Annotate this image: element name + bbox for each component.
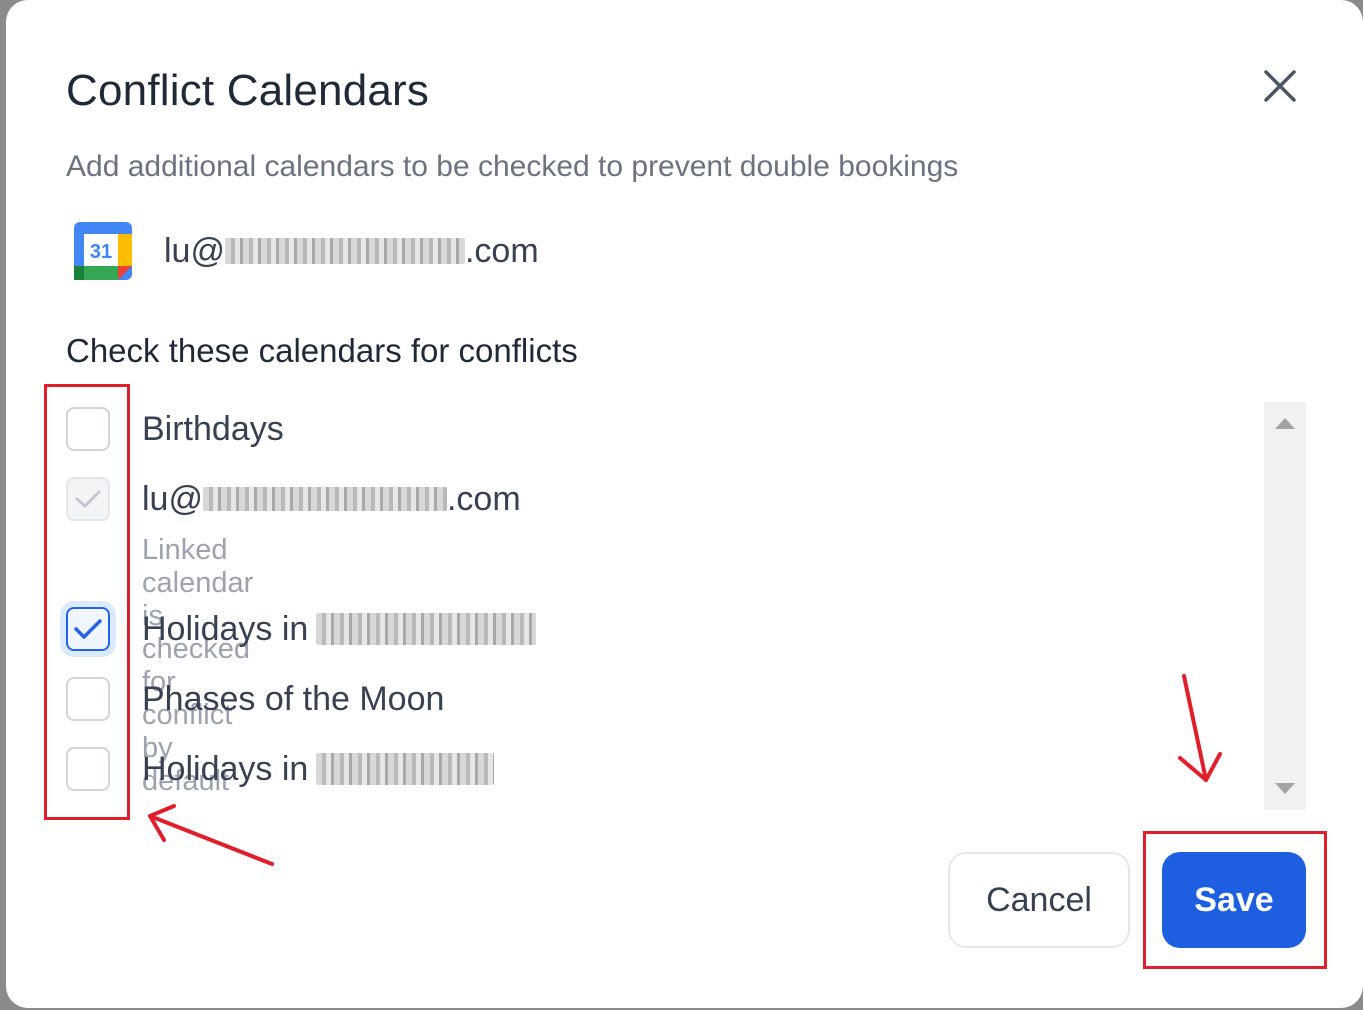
calendar-label: lu@ .com: [142, 480, 521, 519]
calendar-label: Holidays in: [142, 609, 537, 649]
list-item-phases-of-the-moon[interactable]: Phases of the Moon: [66, 674, 444, 724]
redacted-block: [202, 487, 447, 511]
svg-text:31: 31: [90, 241, 112, 263]
close-icon[interactable]: [1258, 64, 1302, 108]
calendar-label: Birthdays: [142, 409, 284, 448]
cancel-button[interactable]: Cancel: [948, 852, 1130, 948]
list-item-linked-calendar: lu@ .com: [66, 474, 521, 524]
section-label: Check these calendars for conflicts: [66, 332, 578, 369]
list-item-holidays-2[interactable]: Holidays in: [66, 744, 495, 794]
calendar-label-suffix: .com: [446, 479, 521, 518]
scroll-down-arrow-icon[interactable]: [1275, 783, 1295, 794]
linked-account: 31 lu@ .com: [72, 218, 539, 284]
scrollbar[interactable]: [1264, 402, 1306, 810]
scroll-up-arrow-icon[interactable]: [1275, 418, 1295, 429]
checkbox[interactable]: [66, 407, 110, 451]
calendar-label-text: Holidays in: [142, 609, 309, 648]
list-item-holidays-1[interactable]: Holidays in: [66, 604, 537, 654]
account-email-suffix: .com: [464, 231, 539, 270]
dialog-title: Conflict Calendars: [66, 66, 430, 115]
redacted-block: [224, 238, 465, 264]
redacted-block: [316, 613, 537, 645]
calendar-label: Holidays in: [142, 749, 495, 789]
checkbox[interactable]: [66, 677, 110, 721]
calendar-label-text: Holidays in: [142, 749, 309, 788]
calendar-label-prefix: lu@: [142, 479, 203, 518]
dialog-subtitle: Add additional calendars to be checked t…: [66, 150, 959, 183]
redacted-block: [316, 753, 495, 785]
checkbox[interactable]: [66, 607, 110, 651]
google-calendar-icon: 31: [74, 222, 132, 280]
account-email: lu@ .com: [164, 232, 539, 271]
checkmark-icon: [74, 619, 102, 639]
checkbox: [66, 477, 110, 521]
list-item-birthdays[interactable]: Birthdays: [66, 404, 284, 454]
account-email-prefix: lu@: [164, 231, 225, 270]
checkbox[interactable]: [66, 747, 110, 791]
conflict-calendars-dialog: Conflict Calendars Add additional calend…: [6, 0, 1363, 1008]
calendar-label: Phases of the Moon: [142, 679, 445, 718]
save-button[interactable]: Save: [1162, 852, 1306, 948]
checkmark-icon: [75, 490, 101, 508]
